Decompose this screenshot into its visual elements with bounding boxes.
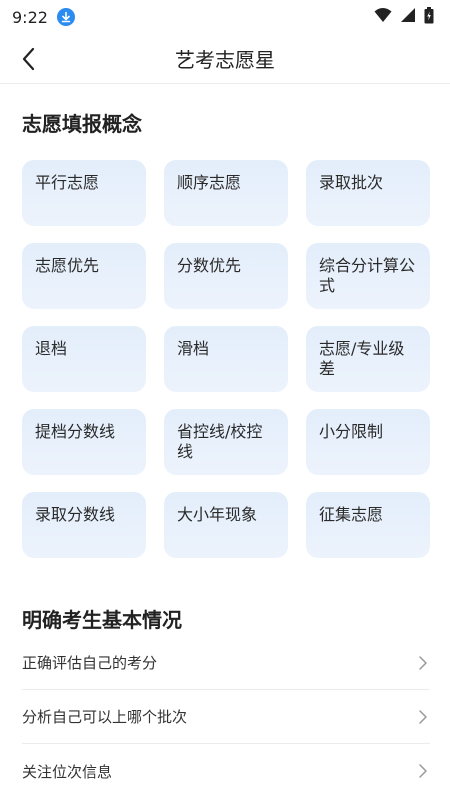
app-header: 艺考志愿星 xyxy=(0,34,450,84)
status-bar: 9:22 xyxy=(0,0,450,34)
concept-card-score-first[interactable]: 分数优先 xyxy=(164,243,288,309)
chevron-left-icon xyxy=(22,47,35,71)
concept-card-control-line[interactable]: 省控线/校控线 xyxy=(164,409,288,475)
concept-card-admission-line[interactable]: 录取分数线 xyxy=(22,492,146,558)
chevron-right-icon xyxy=(419,709,427,724)
concepts-section-title: 志愿填报概念 xyxy=(22,112,142,136)
list-item-label: 关注位次信息 xyxy=(22,762,113,781)
concept-card-batch[interactable]: 录取批次 xyxy=(306,160,430,226)
list-item[interactable]: 分析自己可以上哪个批次 xyxy=(22,690,430,744)
page-title: 艺考志愿星 xyxy=(175,48,275,72)
list-item[interactable]: 正确评估自己的考分 xyxy=(22,636,430,690)
concept-card-big-small-year[interactable]: 大小年现象 xyxy=(164,492,288,558)
back-button[interactable] xyxy=(14,44,44,74)
basics-section-title: 明确考生基本情况 xyxy=(22,608,182,632)
concept-card-slip[interactable]: 滑档 xyxy=(164,326,288,392)
concept-card-parallel[interactable]: 平行志愿 xyxy=(22,160,146,226)
list-item[interactable]: 关注位次信息 xyxy=(22,744,430,798)
concept-card-supplementary[interactable]: 征集志愿 xyxy=(306,492,430,558)
concept-card-level-gap[interactable]: 志愿/专业级差 xyxy=(306,326,430,392)
chevron-right-icon xyxy=(419,655,427,670)
concept-card-filing-line[interactable]: 提档分数线 xyxy=(22,409,146,475)
concept-grid: 平行志愿 顺序志愿 录取批次 志愿优先 分数优先 综合分计算公式 退档 滑档 志… xyxy=(22,160,430,558)
wifi-icon xyxy=(374,7,392,27)
status-time: 9:22 xyxy=(12,7,48,27)
basics-list: 正确评估自己的考分 分析自己可以上哪个批次 关注位次信息 xyxy=(22,636,430,798)
signal-icon xyxy=(400,7,416,27)
concept-card-composite-formula[interactable]: 综合分计算公式 xyxy=(306,243,430,309)
battery-icon xyxy=(424,6,434,28)
concept-card-preference-first[interactable]: 志愿优先 xyxy=(22,243,146,309)
status-icons xyxy=(374,6,434,28)
concept-card-sequential[interactable]: 顺序志愿 xyxy=(164,160,288,226)
list-item-label: 正确评估自己的考分 xyxy=(22,654,158,672)
chevron-right-icon xyxy=(419,764,427,778)
concept-card-subscore-limit[interactable]: 小分限制 xyxy=(306,409,430,475)
concept-card-withdrawal[interactable]: 退档 xyxy=(22,326,146,392)
list-item-label: 分析自己可以上哪个批次 xyxy=(22,708,188,726)
download-badge-icon xyxy=(56,8,75,26)
